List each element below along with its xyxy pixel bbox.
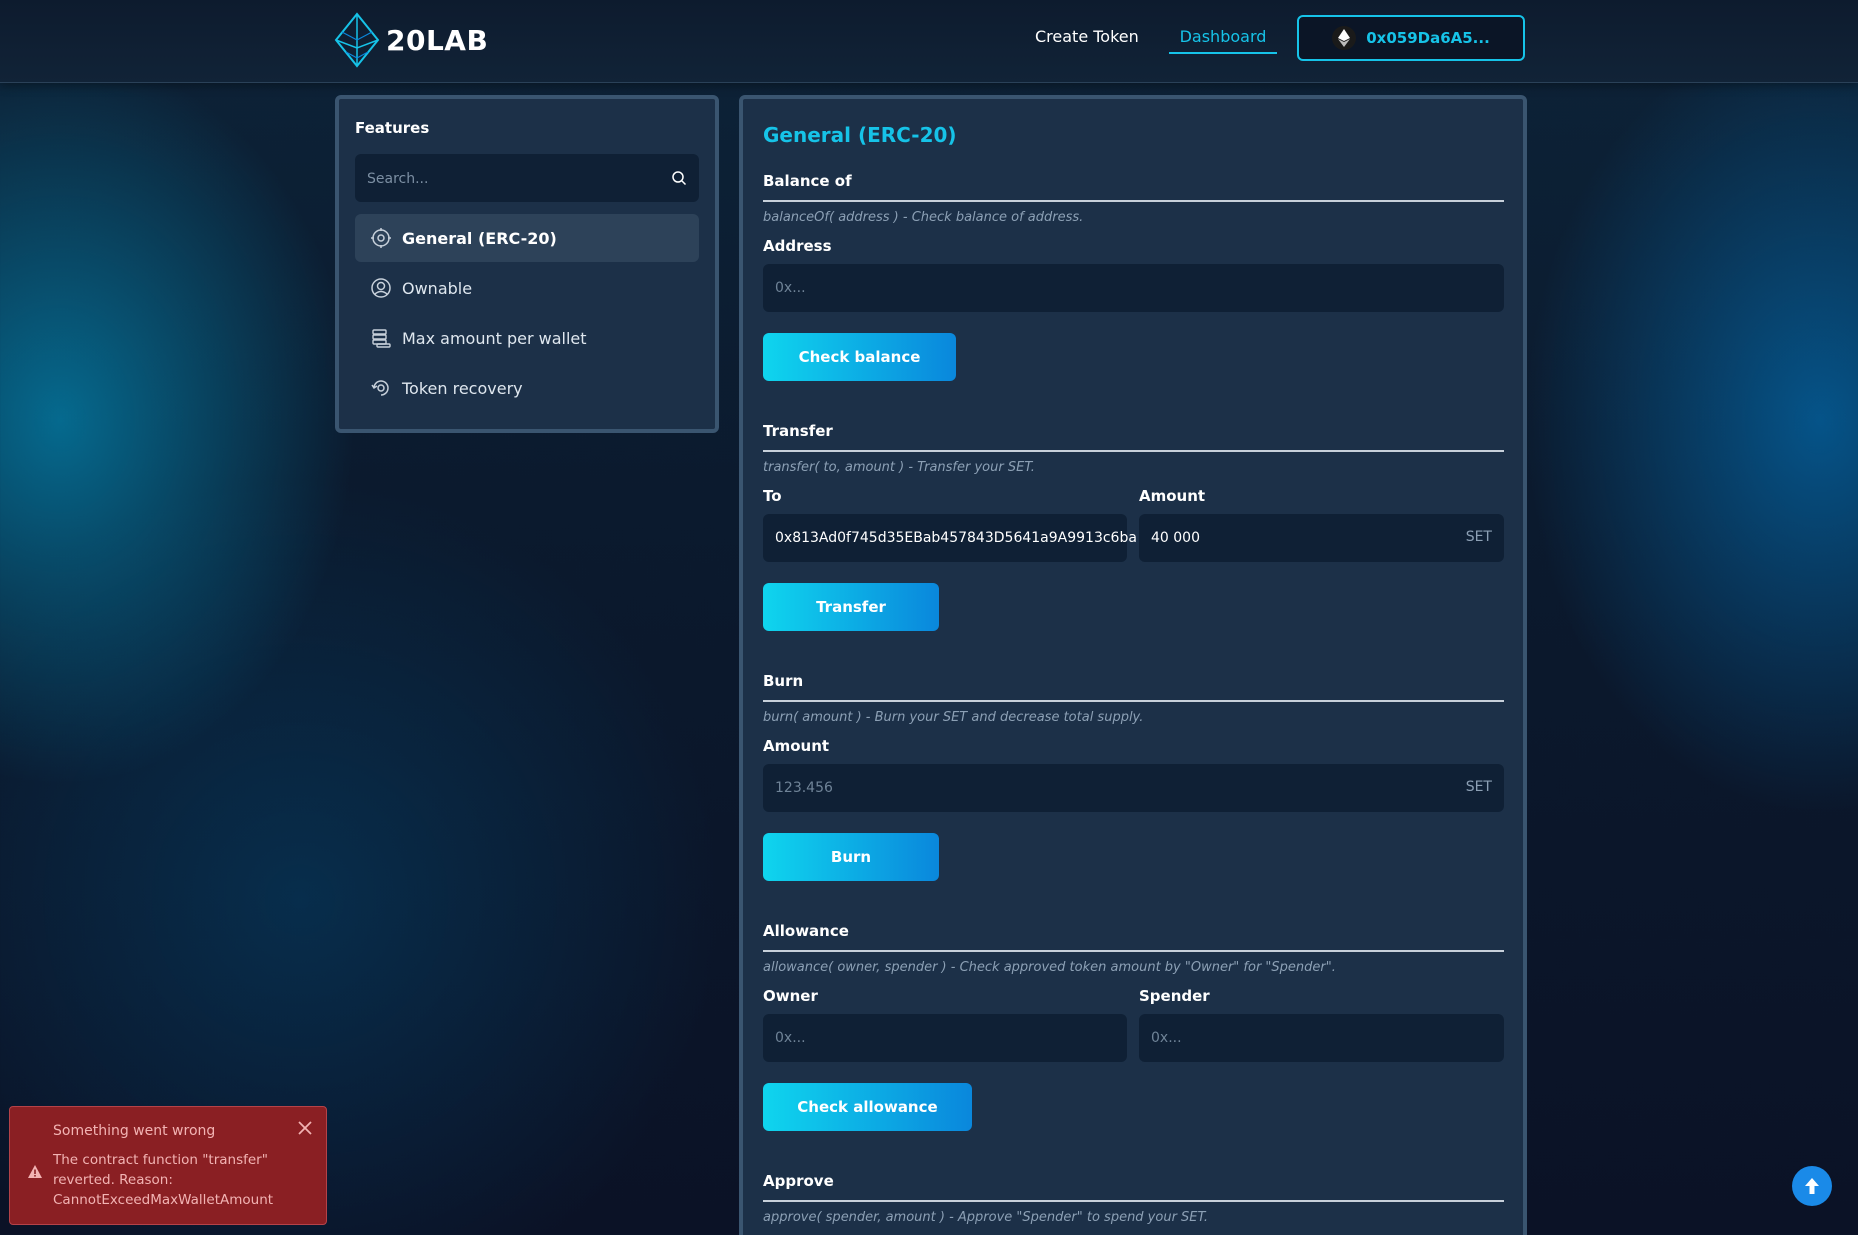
sidebar-item-general-erc20[interactable]: General (ERC-20) — [355, 214, 699, 262]
nav-create-token[interactable]: Create Token — [1035, 27, 1139, 46]
address-label: Address — [763, 237, 832, 255]
transfer-section-title: Transfer — [763, 422, 1504, 452]
burn-amount-placeholder: 123.456 — [775, 780, 833, 796]
address-placeholder: 0x... — [775, 280, 806, 296]
to-label: To — [763, 487, 782, 505]
toast-message: The contract function "transfer" reverte… — [53, 1152, 274, 1208]
sidebar-item-label: General (ERC-20) — [402, 228, 557, 248]
spender-label: Spender — [1139, 987, 1210, 1005]
spender-input[interactable]: 0x... — [1139, 1014, 1504, 1062]
sidebar-item-label: Max amount per wallet — [402, 328, 587, 348]
recovery-icon — [370, 377, 392, 399]
wallet-button[interactable]: 0x059Da6A5... — [1297, 15, 1525, 61]
sidebar-item-label: Token recovery — [402, 378, 523, 398]
to-address-input[interactable]: 0x813Ad0f745d35EBab457843D5641a9A9913c6b… — [763, 514, 1137, 562]
owner-label: Owner — [763, 987, 818, 1005]
transfer-amount-value: 40 000 — [1151, 530, 1200, 546]
arrow-up-icon — [1805, 1178, 1819, 1194]
search-box — [355, 154, 699, 204]
main-panel: General (ERC-20) Balance of balanceOf( a… — [739, 95, 1527, 1235]
allowance-section-title: Allowance — [763, 922, 1504, 952]
search-icon[interactable] — [671, 170, 687, 186]
balance-section-title: Balance of — [763, 172, 1504, 202]
sidebar-item-max-amount[interactable]: Max amount per wallet — [355, 314, 699, 362]
approve-description: approve( spender, amount ) - Approve "Sp… — [763, 1210, 1209, 1225]
close-icon[interactable] — [296, 1119, 314, 1137]
sidebar-item-label: Ownable — [402, 278, 473, 298]
page-title: General (ERC-20) — [763, 123, 957, 147]
spender-placeholder: 0x... — [1151, 1030, 1182, 1046]
nav-dashboard[interactable]: Dashboard — [1169, 27, 1277, 54]
burn-description: burn( amount ) - Burn your SET and decre… — [763, 710, 1144, 725]
burn-amount-label: Amount — [763, 737, 830, 755]
logo-icon — [334, 12, 380, 68]
burn-button[interactable]: Burn — [763, 833, 939, 881]
scroll-to-top-button[interactable] — [1792, 1166, 1832, 1206]
features-sidebar: Features General (ERC-20) — [335, 95, 719, 433]
check-allowance-button[interactable]: Check allowance — [763, 1083, 972, 1131]
warning-icon — [28, 1165, 42, 1178]
owner-placeholder: 0x... — [775, 1030, 806, 1046]
ethereum-icon — [1332, 26, 1357, 50]
burn-section-title: Burn — [763, 672, 1504, 702]
approve-section-title: Approve — [763, 1172, 1504, 1202]
transfer-description: transfer( to, amount ) - Transfer your S… — [763, 460, 1035, 475]
user-circle-icon — [370, 277, 392, 299]
top-header: 20LAB Create Token Dashboard 0x059Da6A5.… — [0, 0, 1858, 83]
wallet-address: 0x059Da6A5... — [1366, 29, 1490, 47]
chip-icon — [370, 227, 392, 249]
logo[interactable]: 20LAB — [334, 12, 488, 68]
sidebar-item-ownable[interactable]: Ownable — [355, 264, 699, 312]
allowance-description: allowance( owner, spender ) - Check appr… — [763, 960, 1336, 975]
sidebar-item-token-recovery[interactable]: Token recovery — [355, 364, 699, 412]
owner-input[interactable]: 0x... — [763, 1014, 1127, 1062]
balance-description: balanceOf( address ) - Check balance of … — [763, 210, 1084, 225]
toast-title: Something went wrong — [53, 1123, 216, 1139]
search-input[interactable] — [355, 154, 669, 204]
transfer-amount-suffix: SET — [1465, 529, 1492, 545]
sidebar-title: Features — [355, 119, 430, 137]
coins-stack-icon — [370, 327, 392, 349]
to-address-value: 0x813Ad0f745d35EBab457843D5641a9A9913c6b… — [775, 530, 1137, 546]
check-balance-button[interactable]: Check balance — [763, 333, 956, 381]
address-input[interactable]: 0x... — [763, 264, 1504, 312]
burn-amount-suffix: SET — [1465, 779, 1492, 795]
transfer-button[interactable]: Transfer — [763, 583, 939, 631]
transfer-amount-label: Amount — [1139, 487, 1206, 505]
error-toast: Something went wrong The contract functi… — [9, 1106, 327, 1225]
logo-text: 20LAB — [386, 23, 489, 57]
transfer-amount-input[interactable]: 40 000 SET — [1139, 514, 1504, 562]
burn-amount-input[interactable]: 123.456 SET — [763, 764, 1504, 812]
